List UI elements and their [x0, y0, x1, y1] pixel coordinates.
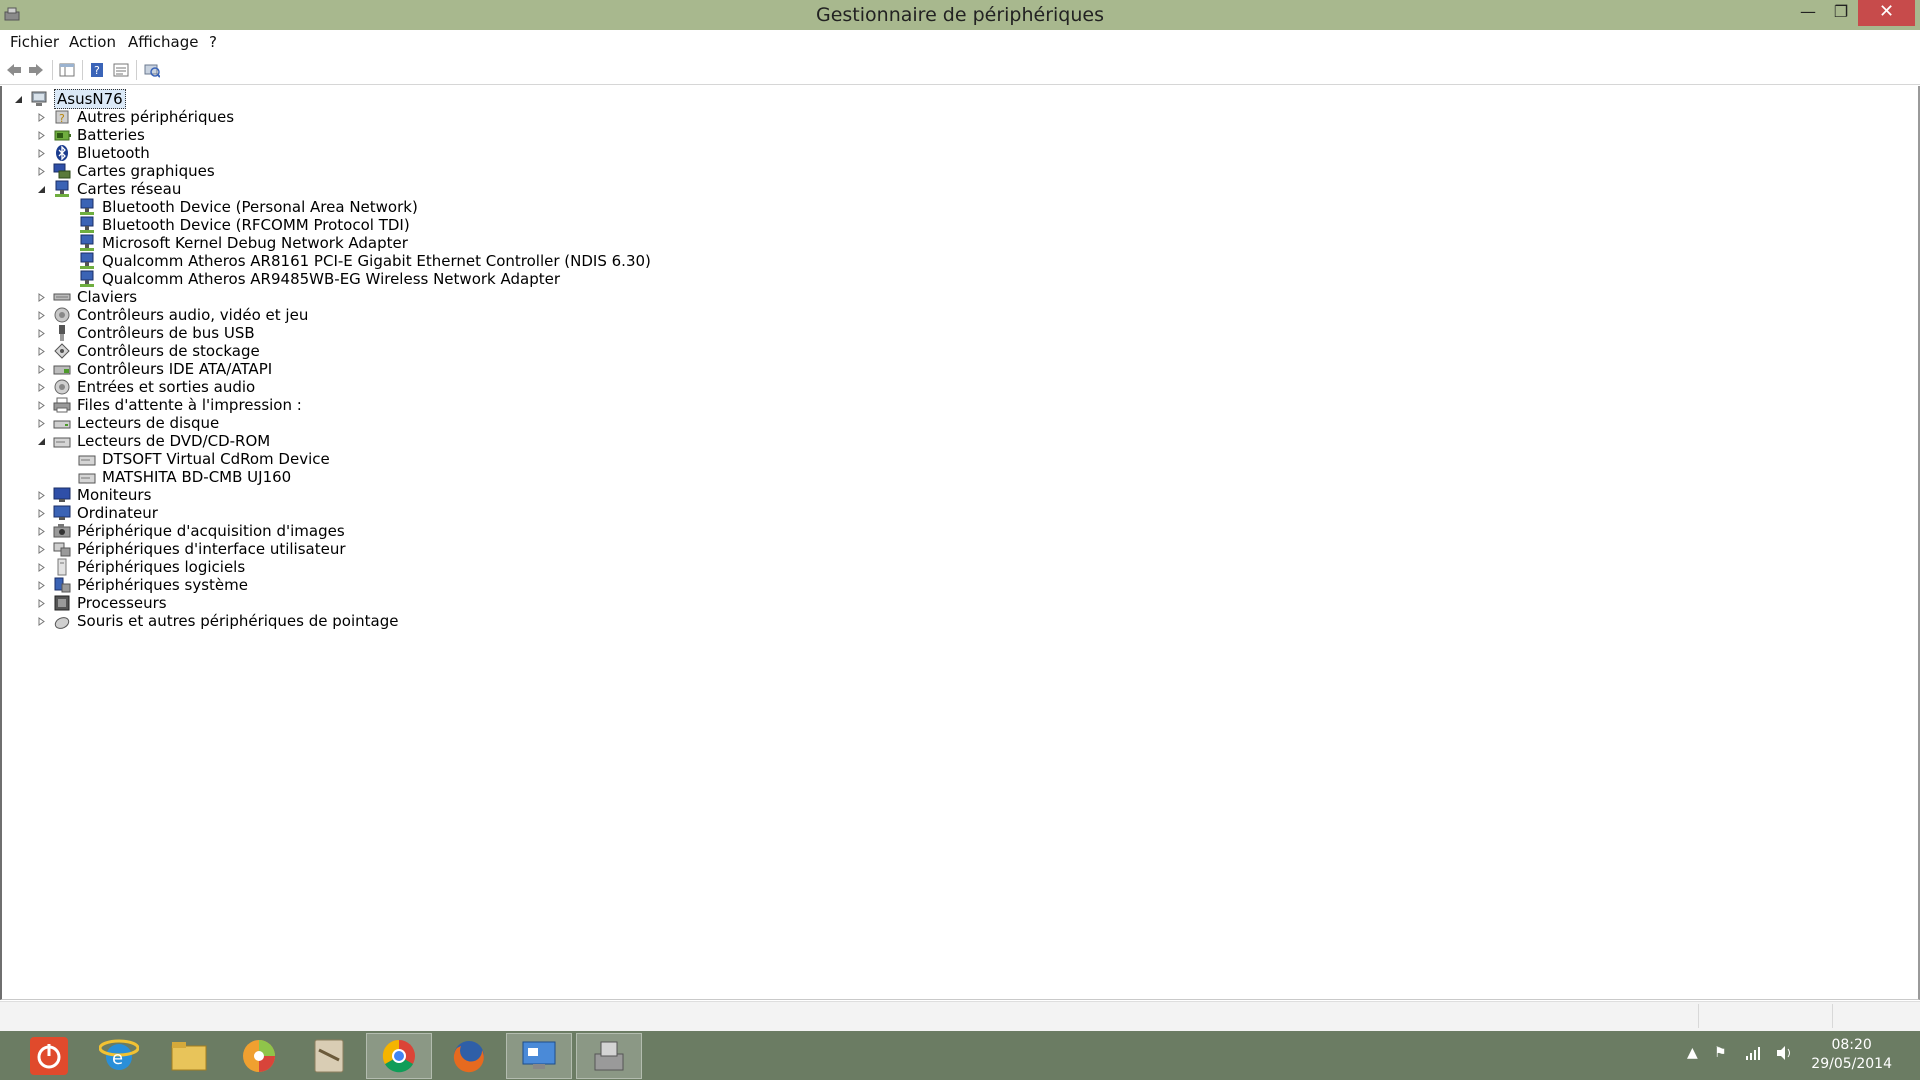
chrome-icon [382, 1039, 415, 1073]
clock-date: 29/05/2014 [1811, 1056, 1892, 1072]
network-adapter-icon [53, 180, 71, 198]
expand-arrow-icon[interactable] [35, 525, 47, 537]
expand-arrow-icon[interactable] [35, 345, 47, 357]
expand-arrow-icon[interactable] [35, 579, 47, 591]
action-center-flag-icon[interactable]: ⚑ [1714, 1045, 1727, 1061]
scan-hardware-icon[interactable] [143, 61, 161, 79]
status-bar-divider [1832, 1004, 1833, 1028]
device-tree[interactable]: AsusN76 ? Autres périphériques Batteries… [0, 86, 1920, 1000]
properties-icon[interactable] [112, 61, 130, 79]
window-title: Gestionnaire de périphériques [816, 4, 1104, 26]
volume-icon[interactable] [1775, 1045, 1793, 1065]
collapse-arrow-icon[interactable] [35, 435, 47, 447]
internet-explorer-icon: e [99, 1039, 139, 1070]
toolbar: ? [0, 55, 1920, 85]
tree-device-node[interactable]: Qualcomm Atheros AR9485WB-EG Wireless Ne… [78, 268, 560, 290]
expand-arrow-icon[interactable] [35, 147, 47, 159]
mouse-icon [53, 612, 71, 630]
tools-app-icon [314, 1039, 344, 1073]
collapse-arrow-icon[interactable] [35, 183, 47, 195]
help-icon[interactable]: ? [88, 61, 106, 79]
firefox-icon [453, 1041, 484, 1073]
toolbar-separator [82, 60, 83, 80]
taskbar-device-manager[interactable] [576, 1033, 642, 1079]
device-manager-icon [594, 1041, 624, 1071]
file-explorer-icon [171, 1042, 207, 1071]
expand-arrow-icon[interactable] [35, 615, 47, 627]
title-bar: Gestionnaire de périphériques — ❐ ✕ [0, 0, 1920, 30]
show-hidden-icons-icon[interactable]: ▲ [1687, 1045, 1698, 1061]
taskbar-tools-app[interactable] [296, 1033, 362, 1079]
menu-action[interactable]: Action [69, 33, 116, 51]
taskbar-media-app[interactable] [226, 1033, 292, 1079]
taskbar-power-app[interactable] [16, 1033, 82, 1079]
expand-arrow-icon[interactable] [35, 507, 47, 519]
taskbar-firefox[interactable] [436, 1033, 502, 1079]
status-bar-divider [1698, 1004, 1699, 1028]
expand-arrow-icon[interactable] [35, 543, 47, 555]
clock-time: 08:20 [1831, 1037, 1872, 1053]
expand-arrow-icon[interactable] [35, 309, 47, 321]
expand-arrow-icon[interactable] [35, 111, 47, 123]
forward-icon[interactable] [27, 61, 45, 79]
tree-device-label[interactable]: Qualcomm Atheros AR9485WB-EG Wireless Ne… [102, 270, 560, 288]
expand-arrow-icon[interactable] [35, 489, 47, 501]
toolbar-separator [136, 60, 137, 80]
tree-category-label[interactable]: Souris et autres périphériques de pointa… [77, 612, 398, 630]
network-signal-icon[interactable] [1745, 1045, 1761, 1065]
taskbar-control-panel[interactable] [506, 1033, 572, 1079]
dvd-drive-icon [53, 432, 71, 450]
menu-affichage[interactable]: Affichage [128, 33, 198, 51]
taskbar-chrome[interactable] [366, 1033, 432, 1079]
expand-arrow-icon[interactable] [35, 327, 47, 339]
back-icon[interactable] [5, 61, 23, 79]
menu-fichier[interactable]: Fichier [10, 33, 59, 51]
maximize-button[interactable]: ❐ [1826, 0, 1856, 26]
media-app-icon [243, 1040, 275, 1072]
power-app-icon [30, 1037, 68, 1075]
expand-arrow-icon[interactable] [35, 561, 47, 573]
expand-arrow-icon[interactable] [35, 597, 47, 609]
tree-category-node[interactable]: Souris et autres périphériques de pointa… [35, 610, 398, 632]
svg-text:e: e [112, 1048, 123, 1069]
toolbar-separator [52, 60, 53, 80]
svg-text:?: ? [94, 64, 100, 77]
taskbar: e ▲ ⚑ 08:20 29/05/2014 [0, 1031, 1920, 1080]
status-bar [0, 1001, 1920, 1031]
minimize-button[interactable]: — [1793, 0, 1823, 26]
clock[interactable]: 08:20 29/05/2014 [1811, 1036, 1892, 1074]
control-panel-icon [522, 1041, 556, 1069]
close-button[interactable]: ✕ [1858, 0, 1915, 26]
expand-arrow-icon[interactable] [35, 381, 47, 393]
collapse-arrow-icon[interactable] [12, 93, 24, 105]
menu-help[interactable]: ? [209, 33, 217, 51]
taskbar-file-explorer[interactable] [156, 1033, 222, 1079]
expand-arrow-icon[interactable] [35, 363, 47, 375]
taskbar-internet-explorer[interactable]: e [86, 1033, 152, 1079]
expand-arrow-icon[interactable] [35, 417, 47, 429]
expand-arrow-icon[interactable] [35, 399, 47, 411]
expand-arrow-icon[interactable] [35, 165, 47, 177]
menu-bar: Fichier Action Affichage ? [0, 30, 1920, 55]
expand-arrow-icon[interactable] [35, 291, 47, 303]
expand-arrow-icon[interactable] [35, 129, 47, 141]
show-hide-tree-icon[interactable] [58, 61, 76, 79]
